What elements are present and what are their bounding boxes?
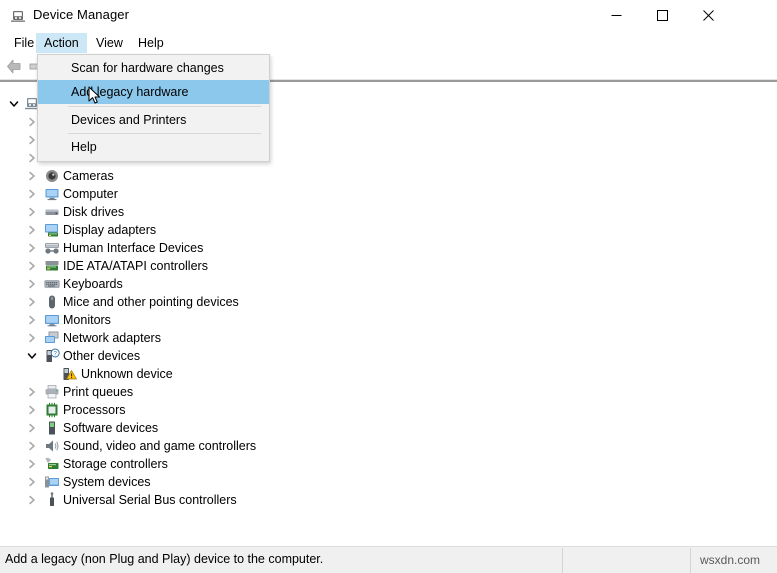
display-icon [44,222,60,238]
tree-node-label: Monitors [63,313,111,327]
chevron-down-icon[interactable] [26,350,38,362]
tree-node-label: Universal Serial Bus controllers [63,493,237,507]
title-bar: Device Manager [0,0,777,32]
tree-node-sound-controllers[interactable]: Sound, video and game controllers [0,437,777,455]
tree-node-label: Storage controllers [63,457,168,471]
camera-icon [44,168,60,184]
tree-node-label: Mice and other pointing devices [63,295,239,309]
chevron-right-icon[interactable] [26,242,38,254]
tree-node-hid[interactable]: Human Interface Devices [0,239,777,257]
tree-node-label: Print queues [63,385,134,399]
chevron-right-icon[interactable] [26,494,38,506]
chevron-right-icon[interactable] [26,296,38,308]
chevron-right-icon[interactable] [26,332,38,344]
menu-action[interactable]: Action [36,33,87,53]
tree-node-system-devices[interactable]: System devices [0,473,777,491]
chevron-right-icon[interactable] [26,206,38,218]
menu-item-scan-for-hardware-changes[interactable]: Scan for hardware changes [39,56,268,80]
storage-icon [44,456,60,472]
usb-icon [44,492,60,508]
tree-node-disk-drives[interactable]: Disk drives [0,203,777,221]
tree-node-display-adapters[interactable]: Display adapters [0,221,777,239]
printer-icon [44,384,60,400]
tree-node-label: Keyboards [63,277,123,291]
tree-node-label: IDE ATA/ATAPI controllers [63,259,208,273]
maximize-button[interactable] [639,0,685,31]
chevron-right-icon[interactable] [26,386,38,398]
tree-node-computer[interactable]: Computer [0,185,777,203]
tree-node-cameras[interactable]: Cameras [0,167,777,185]
chevron-right-icon[interactable] [26,188,38,200]
tree-node-label: Network adapters [63,331,161,345]
status-divider [690,548,691,573]
menu-bar: File Action View Help [0,31,777,54]
network-icon [44,330,60,346]
back-arrow-icon[interactable] [5,58,23,75]
tree-node-unknown-device[interactable]: Unknown device [0,365,777,383]
computer-icon [44,186,60,202]
chevron-right-icon[interactable] [26,278,38,290]
chevron-right-icon[interactable] [26,170,38,182]
tree-node-network-adapters[interactable]: Network adapters [0,329,777,347]
menu-item-help[interactable]: Help [39,135,268,159]
software-icon [44,420,60,436]
close-button[interactable] [685,0,731,31]
menu-item-add-legacy-hardware[interactable]: Add legacy hardware [38,80,269,104]
tree-node-label: Disk drives [63,205,125,219]
mouse-icon [44,294,60,310]
status-message: Add a legacy (non Plug and Play) device … [5,552,324,566]
chevron-right-icon[interactable] [26,458,38,470]
watermark-text: wsxdn.com [700,553,761,567]
status-divider [562,548,563,573]
chevron-right-icon[interactable] [26,440,38,452]
tree-node-label: Display adapters [63,223,157,237]
sound-icon [44,438,60,454]
tree-node-other-devices[interactable]: ? Other devices [0,347,777,365]
processor-icon [44,402,60,418]
hid-icon [44,240,60,256]
device-manager-icon [10,8,26,24]
tree-node-label: Sound, video and game controllers [63,439,257,453]
menu-separator [68,106,261,107]
tree-node-monitors[interactable]: Monitors [0,311,777,329]
tree-node-usb-controllers[interactable]: Universal Serial Bus controllers [0,491,777,509]
tree-node-label: Cameras [63,169,114,183]
tree-node-print-queues[interactable]: Print queues [0,383,777,401]
chevron-right-icon[interactable] [26,224,38,236]
tree-node-label: Processors [63,403,126,417]
tree-node-label: Software devices [63,421,159,435]
chevron-right-icon[interactable] [26,404,38,416]
chevron-right-icon[interactable] [26,422,38,434]
system-icon [44,474,60,490]
tree-node-processors[interactable]: Processors [0,401,777,419]
tree-node-storage-controllers[interactable]: Storage controllers [0,455,777,473]
chevron-right-icon[interactable] [26,260,38,272]
window-title: Device Manager [33,7,130,22]
warning-device-icon [62,366,78,382]
tree-node-mice[interactable]: Mice and other pointing devices [0,293,777,311]
menu-item-devices-and-printers[interactable]: Devices and Printers [39,108,268,132]
chevron-right-icon[interactable] [26,314,38,326]
tree-node-label: Unknown device [81,367,173,381]
tree-node-software-devices[interactable]: Software devices [0,419,777,437]
keyboard-icon [44,276,60,292]
monitor-icon [44,312,60,328]
chevron-right-icon[interactable] [26,476,38,488]
tree-node-label: Other devices [63,349,141,363]
ide-icon [44,258,60,274]
unknown-icon: ? [44,348,60,364]
menu-view[interactable]: View [88,33,131,53]
tree-node-keyboards[interactable]: Keyboards [0,275,777,293]
minimize-button[interactable] [593,0,639,31]
action-menu-dropdown[interactable]: Scan for hardware changes Add legacy har… [37,54,270,162]
tree-node-label: Computer [63,187,118,201]
menu-separator [68,133,261,134]
tree-node-label: Human Interface Devices [63,241,204,255]
menu-help[interactable]: Help [130,33,172,53]
tree-node-ide-controllers[interactable]: IDE ATA/ATAPI controllers [0,257,777,275]
status-bar: Add a legacy (non Plug and Play) device … [0,546,777,573]
disk-icon [44,204,60,220]
tree-node-label: System devices [63,475,151,489]
chevron-down-icon[interactable] [8,98,20,110]
